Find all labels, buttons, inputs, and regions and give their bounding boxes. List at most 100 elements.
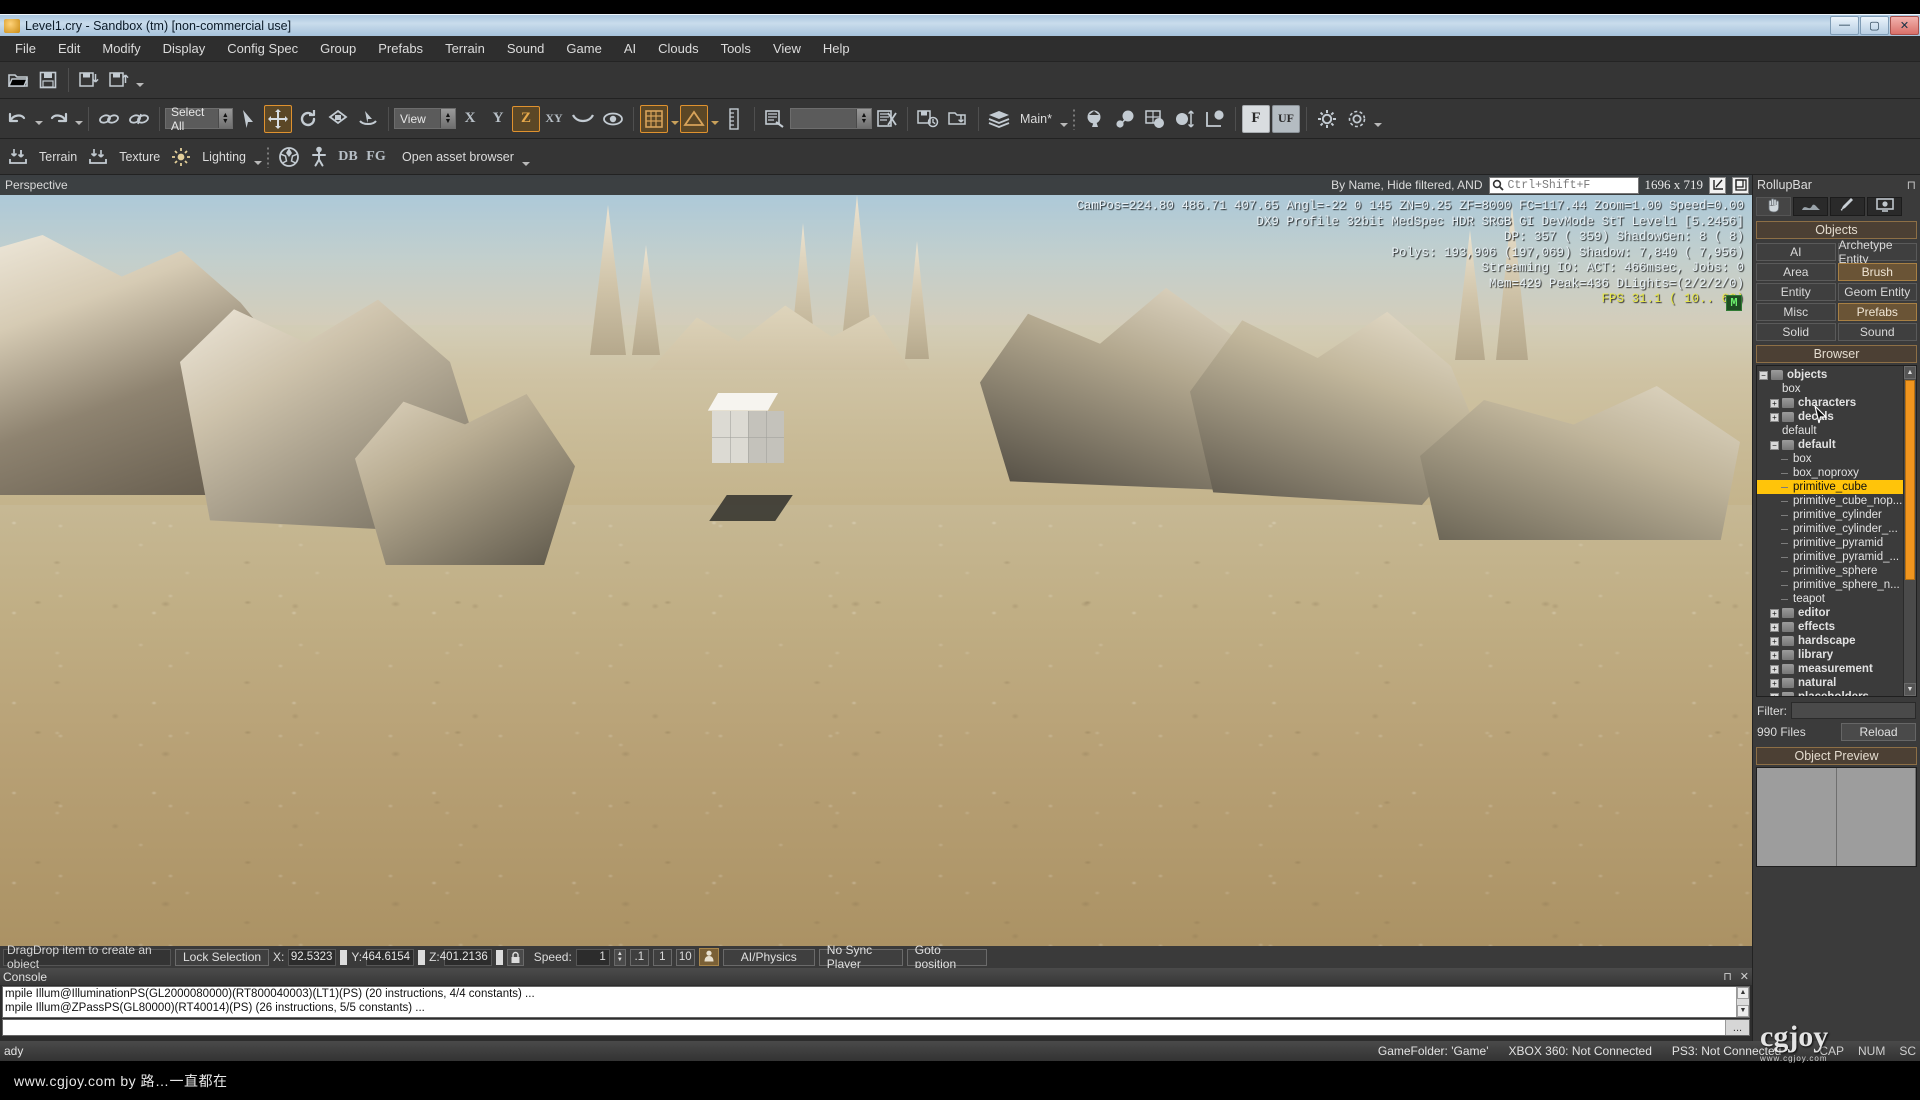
object-type-brush[interactable]: Brush [1837,263,1917,281]
unlink-icon[interactable] [125,105,153,133]
remove-icon[interactable] [873,105,901,133]
layers-icon[interactable] [985,105,1013,133]
lock-selection-button[interactable]: Lock Selection [175,948,270,966]
terrain-constrain-icon[interactable] [569,105,597,133]
axis-x-button[interactable]: X [456,106,484,132]
tree-item-primitive_pyramid_[interactable]: primitive_pyramid_... [1757,550,1903,564]
tree-item-box_noproxy[interactable]: box_noproxy [1757,466,1903,480]
vegetation-align-icon[interactable] [1201,105,1229,133]
menu-item-ai[interactable]: AI [613,38,647,59]
tree-item-box[interactable]: box [1757,382,1903,396]
tree-item-editor[interactable]: + editor [1757,606,1903,620]
tree-item-decals[interactable]: + decals [1757,410,1903,424]
objects-tab[interactable] [1756,197,1791,216]
menu-item-terrain[interactable]: Terrain [434,38,496,59]
collapse-icon[interactable]: − [1770,440,1779,450]
menu-item-help[interactable]: Help [812,38,861,59]
tree-item-primitive_cylinder[interactable]: primitive_cylinder [1757,508,1903,522]
tree-item-effects[interactable]: + effects [1757,620,1903,634]
tree-item-placeholders[interactable]: + placeholders [1757,690,1903,696]
filter-input[interactable] [1791,702,1916,719]
vegetation-grid-icon[interactable] [1141,105,1169,133]
tree-item-objects[interactable]: − objects [1757,368,1903,382]
expand-icon[interactable]: + [1770,664,1779,674]
viewport-name[interactable]: Perspective [0,178,68,192]
console-scroll-down-icon[interactable]: ▼ [1737,1005,1749,1017]
menu-item-sound[interactable]: Sound [496,38,556,59]
object-type-area[interactable]: Area [1756,263,1836,281]
link-icon[interactable] [95,105,123,133]
axis-y-button[interactable]: Y [484,106,512,132]
unfreeze-icon[interactable]: UF [1271,104,1300,133]
object-type-ai[interactable]: AI [1756,243,1836,261]
object-preview-header[interactable]: Object Preview [1756,747,1917,765]
primitive-cube-object[interactable] [707,393,784,467]
select-object-icon[interactable] [234,105,262,133]
goto-position-button[interactable]: Goto position [906,943,987,971]
object-browser[interactable]: − objects box + characters + decals default − def… [1756,365,1917,697]
texture-label[interactable]: Texture [113,150,166,164]
objects-panel-header[interactable]: Objects [1756,221,1917,239]
object-type-geom-entity[interactable]: Geom Entity [1837,283,1917,301]
sync-player-button[interactable]: No Sync Player [818,943,903,971]
browser-scrollbar[interactable]: ▲ ▼ [1903,366,1916,696]
db-label[interactable]: DB [335,143,361,171]
coord-system-combo[interactable]: View ▲ ▼ [394,108,456,129]
axis-z-button[interactable]: Z [512,105,540,132]
scroll-down-icon[interactable]: ▼ [1904,683,1916,696]
console-close-icon[interactable]: ✕ [1740,970,1749,983]
lighting-caret[interactable] [254,160,263,165]
toolbar-overflow-caret[interactable] [136,83,144,87]
texture-import-icon[interactable] [84,143,112,171]
expand-icon[interactable]: + [1770,622,1779,632]
expand-icon[interactable]: + [1770,636,1779,646]
object-preview-area[interactable] [1756,767,1917,867]
display-tab[interactable] [1867,197,1902,216]
undo-dropdown-caret[interactable] [35,120,43,125]
speed-input[interactable]: 1 [575,948,610,966]
filter-mode-label[interactable]: By Name, Hide filtered, AND [1331,178,1482,192]
y-spin-handle[interactable] [418,949,426,965]
lighting-label[interactable]: Lighting [196,150,252,164]
save-icon[interactable] [34,66,62,94]
modeling-tab[interactable] [1830,197,1865,216]
layers-label[interactable]: Main* [1014,112,1058,126]
menu-item-game[interactable]: Game [555,38,612,59]
undo-icon[interactable] [4,105,32,133]
tree-item-primitive_sphere[interactable]: primitive_sphere [1757,564,1903,578]
tree-item-hardscape[interactable]: + hardscape [1757,634,1903,648]
z-coordinate-field[interactable]: 401.2136 [440,948,492,966]
export-to-engine-icon[interactable] [105,66,133,94]
speed-preset-point1[interactable]: .1 [629,948,649,966]
browser-panel-header[interactable]: Browser [1756,345,1917,363]
tree-item-primitive_cube[interactable]: primitive_cube [1757,480,1903,494]
menu-item-prefabs[interactable]: Prefabs [367,38,434,59]
tree-item-primitive_cylinder_[interactable]: primitive_cylinder_... [1757,522,1903,536]
select-terrain-icon[interactable] [354,105,382,133]
open-asset-browser-button[interactable]: Open asset browser [390,150,520,164]
expand-icon[interactable]: + [1770,412,1779,422]
scroll-up-icon[interactable]: ▲ [1904,366,1916,379]
terrain-import-icon[interactable] [4,143,32,171]
x-spin-handle[interactable] [340,949,348,965]
menu-item-view[interactable]: View [762,38,812,59]
tree-item-default[interactable]: default [1757,424,1903,438]
fg-label[interactable]: FG [363,143,389,171]
tree-item-measurement[interactable]: + measurement [1757,662,1903,676]
goto-selection-icon[interactable] [761,105,789,133]
menu-item-tools[interactable]: Tools [710,38,762,59]
layout-icon[interactable] [1732,176,1749,194]
expand-icon[interactable]: + [1770,678,1779,688]
console-browse-button[interactable]: ... [1725,1020,1749,1035]
person-icon[interactable] [698,948,719,966]
layers-caret[interactable] [1059,122,1068,127]
snap-to-grid-icon[interactable] [640,104,668,133]
snap-angle-caret[interactable] [711,121,719,125]
scrollbar-thumb[interactable] [1905,380,1915,580]
combo-spinner-icon[interactable]: ▲ ▼ [217,109,232,128]
load-selection-icon[interactable] [944,105,972,133]
tree-item-primitive_cube_nop[interactable]: primitive_cube_nop... [1757,494,1903,508]
perspective-viewport[interactable]: Perspective By Name, Hide filtered, AND … [0,175,1752,946]
expand-icon[interactable]: + [1770,650,1779,660]
axis-xy-button[interactable]: XY [540,106,568,132]
